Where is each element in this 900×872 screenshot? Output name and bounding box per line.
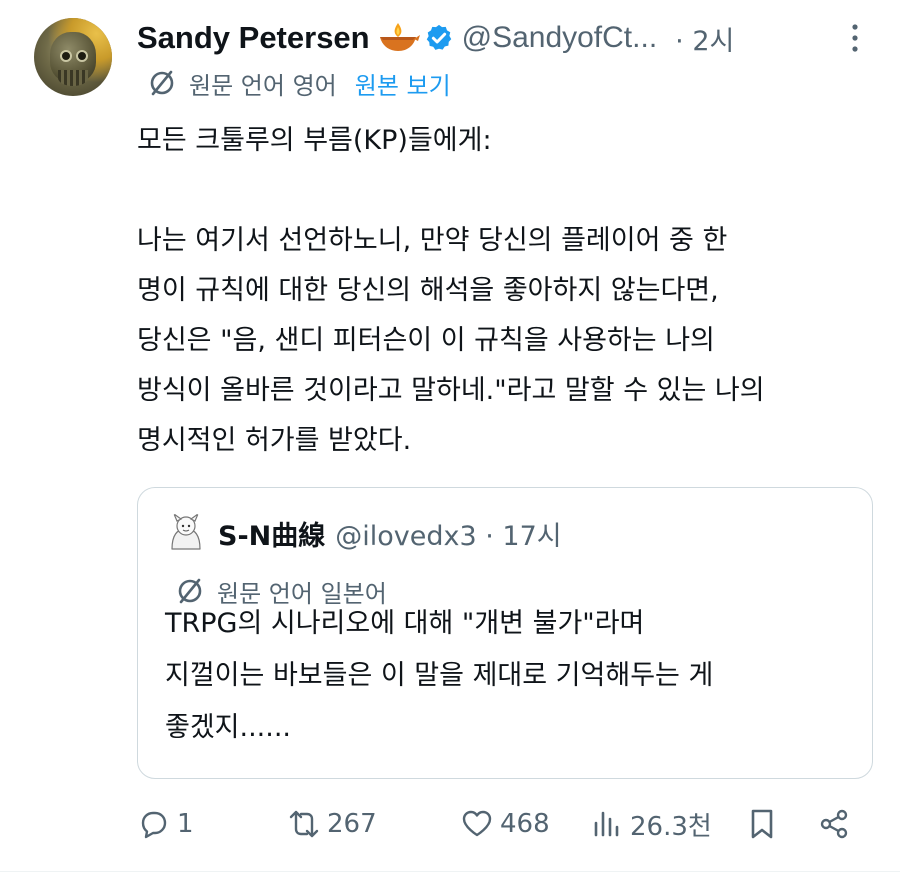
quoted-author-name[interactable]: S-N曲線: [218, 514, 325, 553]
analytics-icon: [594, 811, 619, 837]
tweet-text-line: 당신은 "음, 샌디 피터슨이 이 규칙을 사용하는 나의: [137, 325, 715, 356]
reply-icon: [141, 811, 167, 839]
author-name[interactable]: Sandy Petersen: [137, 20, 370, 56]
tweet-text-line: 명시적인 허가를 받았다.: [137, 425, 412, 456]
tweet-header: Sandy Petersen @SandyofCt... · 2시: [137, 18, 734, 58]
bookmark-button[interactable]: [745, 800, 785, 848]
author-handle[interactable]: @SandyofCt...: [462, 21, 658, 55]
views-count: 26.3천: [630, 811, 712, 842]
translation-notice: 원문 언어 영어 원본 보기: [147, 66, 451, 100]
view-original-link[interactable]: 원본 보기: [355, 66, 451, 101]
tweet-text-line: 명이 규칙에 대한 당신의 해석을 좋아하지 않는다면,: [137, 275, 719, 306]
quoted-author-avatar[interactable]: [164, 511, 208, 555]
quoted-tweet-header: S-N曲線 @ilovedx3 · 17시: [218, 514, 562, 553]
heart-icon: [462, 810, 492, 837]
tweet-action-bar: 1 267 468 26.3천: [137, 800, 867, 848]
reply-count: 1: [177, 809, 194, 839]
retweet-count: 267: [327, 809, 377, 839]
translation-label: 원문 언어 영어: [189, 71, 337, 100]
quoted-text-line: 지껄이는 바보들은 이 말을 제대로 기억해두는 게: [165, 660, 714, 691]
like-count: 468: [500, 809, 550, 839]
tweet-time[interactable]: · 2시: [675, 19, 734, 58]
quoted-tweet-text: TRPG의 시나리오에 대해 "개변 불가"라며 지껄이는 바보들은 이 말을 …: [165, 598, 855, 754]
more-options-icon[interactable]: [848, 22, 862, 54]
tweet-text-line: 나는 여기서 선언하노니, 만약 당신의 플레이어 중 한: [137, 225, 728, 256]
like-button[interactable]: 468: [460, 800, 550, 848]
quoted-tweet[interactable]: S-N曲線 @ilovedx3 · 17시 원문 언어 일본어 TRPG의 시나…: [137, 487, 873, 779]
share-button[interactable]: [817, 800, 857, 848]
quoted-text-line: TRPG의 시나리오에 대해 "개변 불가"라며: [165, 608, 645, 639]
bookmark-icon: [751, 809, 773, 839]
retweet-button[interactable]: 267: [287, 800, 377, 848]
reply-button[interactable]: 1: [137, 800, 194, 848]
translate-icon: [150, 70, 174, 96]
tweet-text: 모든 크툴루의 부름(KP)들에게: 나는 여기서 선언하노니, 만약 당신의 …: [137, 116, 867, 466]
oil-lamp-icon: [379, 23, 420, 51]
quoted-author-handle[interactable]: @ilovedx3 · 17시: [335, 514, 561, 553]
views-button[interactable]: 26.3천: [590, 800, 712, 848]
author-avatar[interactable]: [34, 18, 112, 96]
tweet-text-line: 방식이 올바른 것이라고 말하네."라고 말할 수 있는 나의: [137, 375, 765, 406]
verified-badge-icon: [426, 24, 451, 50]
quoted-text-line: 좋겠지......: [165, 712, 292, 743]
retweet-icon: [289, 810, 319, 838]
tweet-text-line: 모든 크툴루의 부름(KP)들에게:: [137, 125, 492, 156]
share-icon: [820, 809, 848, 839]
